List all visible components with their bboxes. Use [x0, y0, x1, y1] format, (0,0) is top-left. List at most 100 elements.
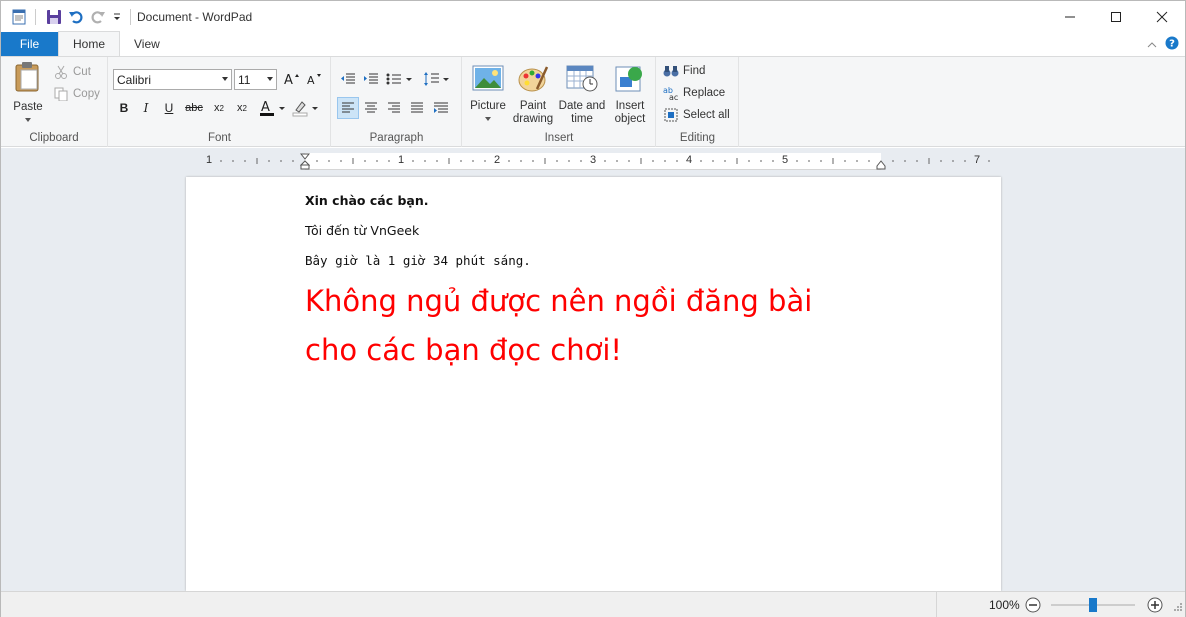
ribbon-tabs: File Home View ?	[1, 31, 1185, 56]
maximize-button[interactable]	[1093, 1, 1139, 32]
font-group: Calibri 11 A A B I U abc x2 x2 A Font	[109, 57, 331, 147]
close-button[interactable]	[1139, 1, 1185, 32]
paragraph-group-label: Paragraph	[369, 132, 424, 144]
editing-group: Find ab ac Replace Select all Editing	[657, 57, 739, 147]
text-color-icon[interactable]: A	[258, 97, 288, 119]
minimize-button[interactable]	[1047, 1, 1093, 32]
paint-label-line1: Paint	[519, 100, 547, 112]
align-center-icon[interactable]	[360, 97, 382, 119]
paint-icon	[517, 63, 549, 97]
right-indent-marker[interactable]	[876, 159, 886, 173]
wordpad-window: Document - WordPad File Home View ? Past…	[0, 0, 1186, 617]
ruler[interactable]: 1 1 2 3 4 5 7	[186, 153, 1001, 170]
font-size-value: 11	[238, 72, 251, 87]
collapse-ribbon-icon[interactable]	[1147, 38, 1157, 52]
app-icon[interactable]	[9, 7, 29, 27]
paragraph-group: Paragraph	[332, 57, 462, 147]
clipboard-group-label: Clipboard	[29, 132, 79, 144]
italic-icon[interactable]: I	[135, 97, 157, 119]
highlight-color-icon[interactable]	[291, 97, 321, 119]
doc-line-intro[interactable]: Tôi đến từ VnGeek	[305, 223, 419, 238]
zoom-level: 100%	[989, 598, 1020, 612]
cut-label: Cut	[73, 66, 91, 78]
paste-icon	[13, 61, 43, 97]
window-controls	[1047, 1, 1185, 32]
replace-button[interactable]: ab ac Replace	[663, 83, 725, 103]
svg-text:ac: ac	[669, 93, 678, 101]
align-right-icon[interactable]	[383, 97, 405, 119]
date-time-label-line2: time	[571, 113, 593, 125]
line-spacing-icon[interactable]	[422, 68, 452, 90]
paste-dropdown-icon[interactable]	[24, 114, 32, 127]
title-bar: Document - WordPad	[1, 1, 1185, 32]
redo-icon[interactable]	[88, 7, 108, 27]
svg-text:A: A	[261, 100, 270, 115]
zoom-slider[interactable]	[1049, 598, 1137, 612]
ruler-num-5: 5	[782, 154, 789, 166]
bold-icon[interactable]: B	[113, 97, 135, 119]
paint-label-line2: drawing	[512, 113, 554, 125]
superscript-icon[interactable]: x2	[231, 97, 253, 119]
picture-button[interactable]: Picture	[467, 63, 509, 126]
align-left-icon[interactable]	[337, 97, 359, 119]
document-page[interactable]: Xin chào các bạn. Tôi đến từ VnGeek Bây …	[186, 177, 1001, 591]
picture-label: Picture	[470, 100, 506, 112]
help-icon[interactable]: ?	[1165, 36, 1179, 53]
status-divider	[936, 592, 937, 617]
svg-text:?: ?	[1169, 39, 1175, 50]
find-label: Find	[683, 65, 706, 77]
decrease-indent-icon[interactable]	[337, 68, 359, 90]
font-family-dropdown-icon	[222, 77, 228, 81]
ruler-num-4: 4	[686, 154, 693, 166]
ruler-num-1a: 1	[206, 154, 213, 166]
zoom-in-button[interactable]	[1147, 597, 1163, 616]
font-size-select[interactable]: 11	[234, 69, 277, 90]
status-bar: 100%	[1, 591, 1185, 617]
cut-button[interactable]: Cut	[53, 62, 91, 82]
quick-access-toolbar	[1, 1, 131, 32]
binoculars-icon	[663, 63, 679, 79]
picture-dropdown-icon[interactable]	[484, 113, 492, 126]
select-all-button[interactable]: Select all	[663, 105, 730, 125]
underline-icon[interactable]: U	[158, 97, 180, 119]
doc-line-red-1[interactable]: Không ngủ được nên ngồi đăng bài	[305, 281, 812, 321]
copy-icon	[53, 86, 69, 102]
scissors-icon	[53, 64, 69, 80]
paste-label: Paste	[13, 101, 43, 113]
doc-line-red-2[interactable]: cho các bạn đọc chơi!	[305, 330, 622, 370]
font-family-select[interactable]: Calibri	[113, 69, 232, 90]
shrink-font-button[interactable]: A	[304, 68, 326, 90]
doc-line-greeting[interactable]: Xin chào các bạn.	[305, 193, 429, 208]
customize-toolbar-icon[interactable]	[110, 7, 124, 27]
paste-button[interactable]: Paste	[7, 61, 49, 127]
paragraph-settings-icon[interactable]	[430, 97, 452, 119]
bullet-list-icon[interactable]	[385, 68, 415, 90]
resize-grip-icon[interactable]	[1173, 601, 1183, 615]
paint-drawing-button[interactable]: Paint drawing	[511, 63, 555, 126]
save-icon[interactable]	[44, 7, 64, 27]
tab-home[interactable]: Home	[58, 31, 121, 56]
grow-font-button[interactable]: A	[281, 68, 303, 90]
clipboard-group: Paste Cut Copy Clipboard	[1, 57, 108, 147]
ruler-num-1: 1	[398, 154, 405, 166]
insert-object-button[interactable]: Insert object	[609, 63, 651, 126]
find-button[interactable]: Find	[663, 61, 705, 81]
strikethrough-icon[interactable]: abc	[183, 97, 205, 119]
doc-line-time[interactable]: Bây giờ là 1 giờ 34 phút sáng.	[305, 253, 531, 268]
date-time-button[interactable]: Date and time	[557, 63, 607, 126]
insert-object-label-line2: object	[614, 113, 646, 125]
tab-view[interactable]: View	[120, 32, 174, 56]
left-indent-marker[interactable]	[299, 153, 311, 173]
copy-button[interactable]: Copy	[53, 84, 100, 104]
tab-file[interactable]: File	[1, 32, 58, 56]
zoom-out-button[interactable]	[1025, 597, 1041, 616]
copy-label: Copy	[73, 88, 100, 100]
window-title: Document - WordPad	[137, 9, 253, 24]
undo-icon[interactable]	[66, 7, 86, 27]
insert-group: Picture Paint drawing Date and time Inse…	[463, 57, 656, 147]
subscript-icon[interactable]: x2	[208, 97, 230, 119]
svg-text:A: A	[307, 74, 315, 86]
increase-indent-icon[interactable]	[360, 68, 382, 90]
ribbon: Paste Cut Copy Clipboard Calibri 11 A A …	[1, 56, 1185, 147]
justify-icon[interactable]	[406, 97, 428, 119]
